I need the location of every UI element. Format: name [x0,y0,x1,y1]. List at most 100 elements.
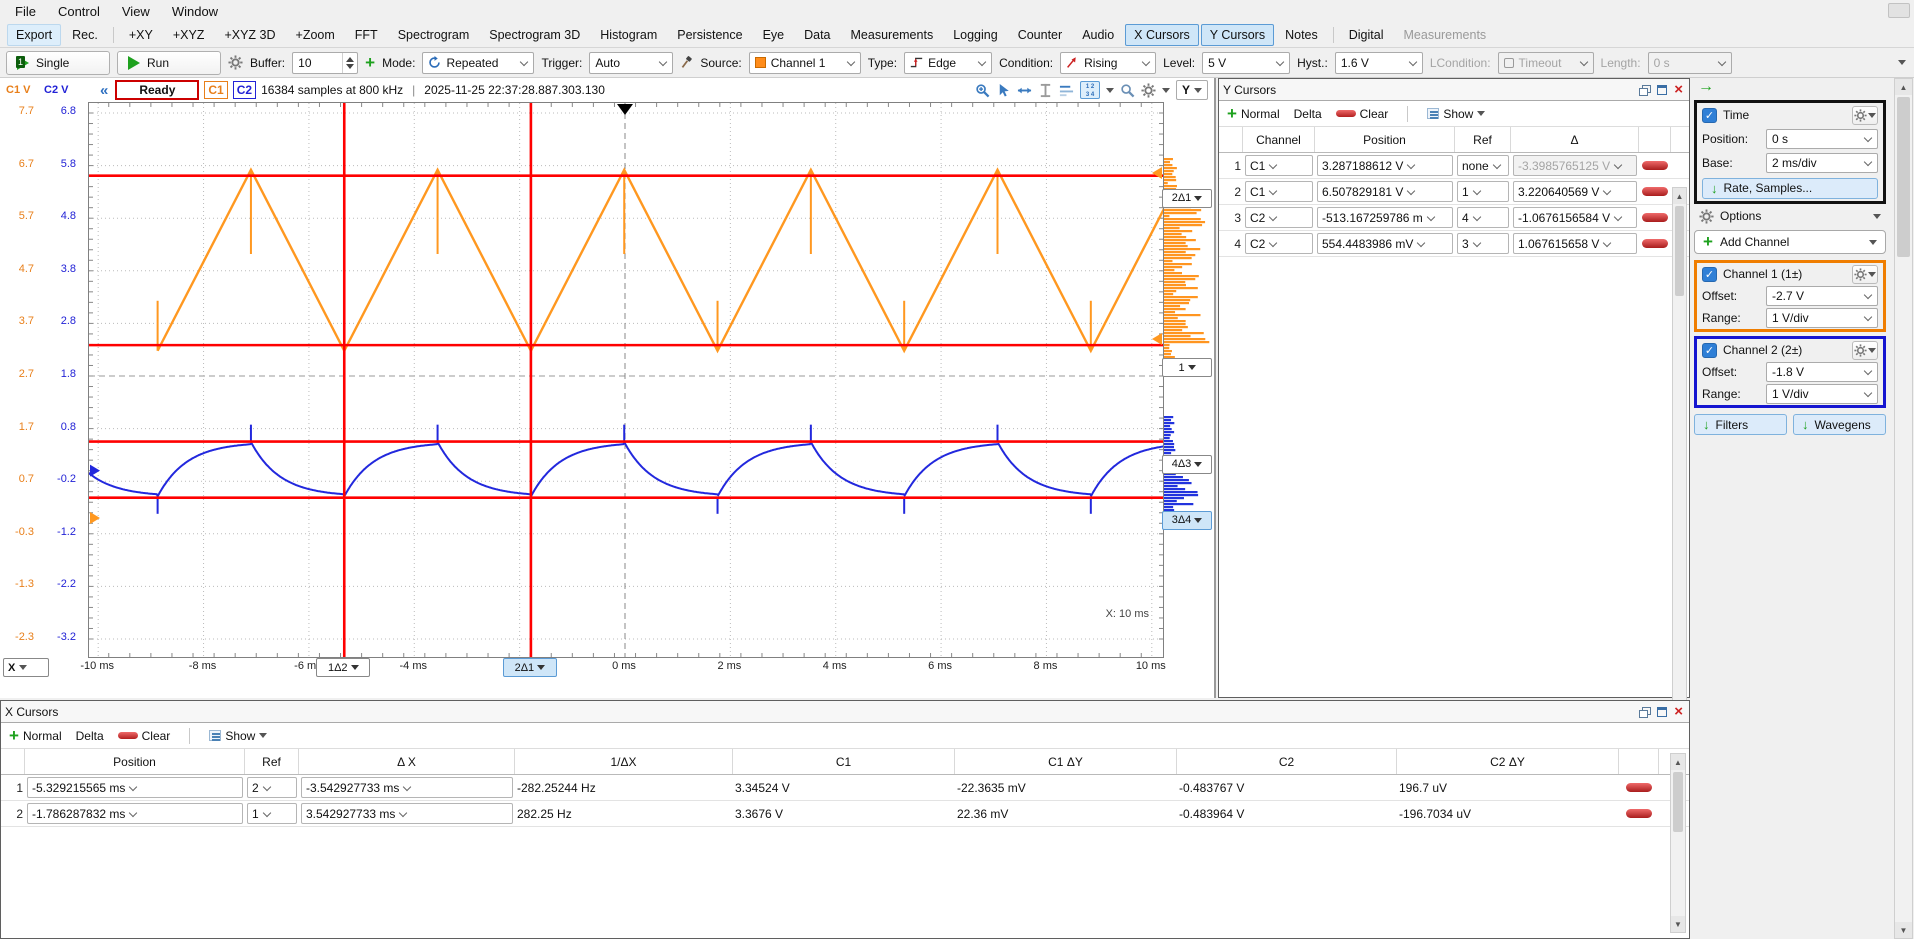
length-select[interactable]: 0 s [1648,52,1732,74]
x-add-normal-button[interactable]: +Normal [9,729,62,743]
y-cursor-position-select[interactable]: 554.4483986 mV [1317,233,1453,254]
x-cursor-marker-2-1[interactable]: 2Δ1 [503,658,557,677]
scroll-up-icon[interactable]: ▲ [1895,79,1912,95]
menu-view[interactable]: View [113,2,159,21]
menu-control[interactable]: Control [49,2,109,21]
type-select[interactable]: Edge [904,52,992,74]
y-add-delta-button[interactable]: Delta [1294,107,1322,121]
x-cursor-ref-select[interactable]: 2 [247,777,297,798]
y-add-normal-button[interactable]: +Normal [1227,107,1280,121]
gear-dropdown-icon[interactable] [1162,88,1170,93]
x-clear-button[interactable]: Clear [118,729,171,743]
channel2-checkbox[interactable] [1702,343,1717,358]
options-row[interactable]: Options [1694,204,1886,228]
time-position-select[interactable]: 0 s [1766,129,1878,149]
x-axis-button[interactable]: X [3,658,49,677]
y-cursor-position-select[interactable]: 6.507829181 V [1317,181,1453,202]
main-scrollbar[interactable]: ▲ ▼ [1894,78,1913,939]
y-cursor-position-select[interactable]: 3.287188612 V [1317,155,1453,176]
x-cursor-dx-select[interactable]: 3.542927733 ms [301,803,513,824]
buffer-gear-icon[interactable] [228,55,243,70]
tab-spectrogram-3d[interactable]: Spectrogram 3D [480,24,589,46]
add-channel-button[interactable]: + Add Channel [1694,230,1886,254]
y-cursor-delta-select[interactable]: 1.067615658 V [1513,233,1637,254]
y-cursor-channel-select[interactable]: C1 [1245,181,1313,202]
plot-canvas[interactable]: X: 10 ms [88,102,1164,658]
channel2-range-select[interactable]: 1 V/div [1766,384,1878,404]
y-cursor-remove-button[interactable] [1642,161,1668,170]
channel-grid-toggle[interactable]: 1 23 4 [1080,81,1100,99]
hysteresis-select[interactable]: 1.6 V [1335,52,1423,74]
lcondition-select[interactable]: Timeout [1498,52,1594,74]
condition-select[interactable]: Rising [1060,52,1156,74]
scroll-down-icon[interactable]: ▼ [1895,922,1912,938]
y-cursor-remove-button[interactable] [1642,239,1668,248]
x-cursors-scrollbar[interactable]: ▲ ▼ [1670,753,1686,933]
c2-badge[interactable]: C2 [233,81,256,99]
y-cursor-delta-select[interactable]: -1.0676156584 V [1513,207,1637,228]
scroll-up-icon[interactable]: ▲ [1671,754,1685,770]
tab-persistence[interactable]: Persistence [668,24,751,46]
magnifier-icon[interactable] [1120,83,1135,98]
channel1-gear-button[interactable] [1852,265,1878,284]
wavegens-button[interactable]: ↓Wavegens [1793,414,1886,435]
tab-measurements[interactable]: Measurements [842,24,943,46]
buffer-spinner[interactable]: 10 [292,52,358,74]
y-axis-button[interactable]: Y [1176,80,1208,100]
tab-counter[interactable]: Counter [1009,24,1071,46]
toolbar-overflow-icon[interactable] [1898,60,1906,65]
y-cursor-marker-4-3[interactable]: 4Δ3 [1162,455,1212,474]
x-cursor-remove-button[interactable] [1626,809,1652,818]
y-clear-button[interactable]: Clear [1336,107,1389,121]
y-cursor-marker-3-4[interactable]: 3Δ4 [1162,511,1212,530]
time-gear-button[interactable] [1852,106,1878,125]
zoom-in-icon[interactable] [975,83,990,98]
horizontal-fit-icon[interactable] [1017,83,1032,98]
tab-xyz-3d[interactable]: +XYZ 3D [215,24,284,46]
expand-arrow-icon[interactable]: → [1698,78,1714,96]
y-cursor-marker-1[interactable]: 1 [1162,358,1212,377]
pointer-icon[interactable] [996,83,1011,98]
channel2-gear-button[interactable] [1852,341,1878,360]
x-add-delta-button[interactable]: Delta [76,729,104,743]
maximize-window-icon[interactable] [1657,707,1667,717]
tab-spectrogram[interactable]: Spectrogram [389,24,479,46]
scroll-down-icon[interactable]: ▼ [1671,916,1685,932]
float-window-icon[interactable] [1639,707,1650,717]
y-cursor-ref-select[interactable]: none [1457,155,1509,176]
y-cursor-ref-select[interactable]: 1 [1457,181,1509,202]
tab-audio[interactable]: Audio [1073,24,1123,46]
x-cursor-dx-select[interactable]: -3.542927733 ms [301,777,513,798]
channel1-range-select[interactable]: 1 V/div [1766,308,1878,328]
tab-xyz[interactable]: +XYZ [164,24,214,46]
x-cursor-marker-1-2[interactable]: 1Δ2 [316,658,370,677]
y-cursors-scrollbar[interactable]: ▲ ▼ [1672,187,1687,762]
x-cursor-position-select[interactable]: -1.786287832 ms [27,803,243,824]
menu-file[interactable]: File [6,2,45,21]
close-window-icon[interactable]: × [1674,707,1683,717]
tab-x-cursors[interactable]: X Cursors [1125,24,1199,46]
single-button[interactable]: 1 Single [6,51,110,75]
run-button[interactable]: Run [117,51,221,75]
y-cursor-ref-select[interactable]: 4 [1457,207,1509,228]
y-cursor-channel-select[interactable]: C2 [1245,207,1313,228]
trigger-select[interactable]: Auto [589,52,673,74]
tab-fft[interactable]: FFT [346,24,387,46]
time-base-select[interactable]: 2 ms/div [1766,153,1878,173]
tab-rec[interactable]: Rec. [63,24,107,46]
add-acquisition-icon[interactable]: + [365,57,375,69]
tab-xy[interactable]: +XY [120,24,162,46]
y-cursor-ref-select[interactable]: 3 [1457,233,1509,254]
y-cursor-remove-button[interactable] [1642,187,1668,196]
x-cursor-remove-button[interactable] [1626,783,1652,792]
tab-logging[interactable]: Logging [944,24,1007,46]
time-checkbox[interactable] [1702,108,1717,123]
source-select[interactable]: Channel 1 [749,52,861,74]
levels-icon[interactable] [1059,83,1074,98]
close-window-icon[interactable]: × [1674,85,1683,95]
scroll-up-icon[interactable]: ▲ [1673,188,1686,204]
float-window-icon[interactable] [1639,85,1650,95]
x-show-button[interactable]: Show [209,729,267,743]
x-cursor-position-select[interactable]: -5.329215565 ms [27,777,243,798]
collapse-icon[interactable] [100,82,108,99]
